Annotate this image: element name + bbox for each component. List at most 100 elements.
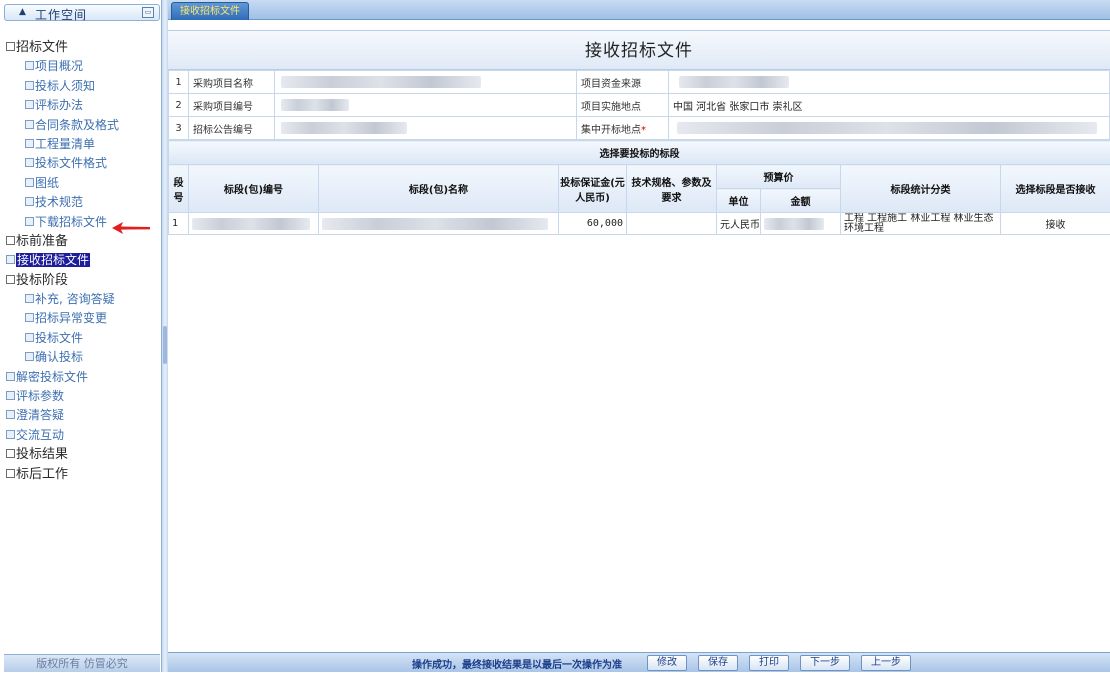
page-icon (6, 410, 15, 419)
modify-button[interactable]: 修改 (647, 655, 687, 671)
next-step-button[interactable]: 下一步 (800, 655, 850, 671)
sidebar-item[interactable]: 投标阶段 (6, 271, 160, 290)
workspace-header[interactable]: ▲ 工作空间 ▭ (4, 4, 160, 21)
sidebar-item[interactable]: 技术规范 (6, 193, 160, 212)
sidebar-item[interactable]: 投标文件 (6, 329, 160, 348)
cell-unit: 元人民币 (717, 213, 761, 235)
prev-step-button[interactable]: 上一步 (861, 655, 911, 671)
table-row[interactable]: 1 60,000 元人民币 工程 工程施工 林业工程 林业生态环境工程 接收 (169, 213, 1110, 235)
page-icon (6, 391, 15, 400)
redacted-value (281, 76, 481, 88)
sidebar-item-label: 图纸 (35, 176, 59, 190)
nav-tree: 招标文件项目概况投标人须知评标办法合同条款及格式工程量清单投标文件格式图纸技术规… (6, 38, 160, 484)
sidebar-item[interactable]: 投标结果 (6, 445, 160, 464)
col-header-name: 标段(包)名称 (319, 165, 559, 213)
redacted-value (679, 76, 789, 88)
page-icon (25, 61, 34, 70)
col-header-receive: 选择标段是否接收 (1001, 165, 1110, 213)
sidebar-item[interactable]: 确认投标 (6, 348, 160, 367)
sidebar-item-label: 投标结果 (16, 447, 68, 462)
main-content: 接收招标文件 接收招标文件 1 采购项目名称 项目资金来源 2 采购项目编号 项… (168, 0, 1110, 672)
implementation-location-value: 中国 河北省 张家口市 崇礼区 (669, 94, 1110, 117)
sidebar-item[interactable]: 解密投标文件 (6, 368, 160, 387)
redacted-value (764, 218, 824, 230)
expand-toggle-icon (6, 449, 15, 458)
page-icon (25, 333, 34, 342)
copyright-footer: 版权所有 仿冒必究 (4, 654, 160, 672)
sidebar-item[interactable]: 图纸 (6, 174, 160, 193)
bid-opening-location-value (669, 117, 1110, 140)
sidebar-item[interactable]: 投标人须知 (6, 77, 160, 96)
sidebar-item[interactable]: 评标参数 (6, 387, 160, 406)
sidebar-item-label: 评标办法 (35, 98, 83, 112)
bid-sections-table: 选择要投标的标段 段号 标段(包)编号 标段(包)名称 投标保证金(元人民币) … (168, 140, 1110, 235)
required-mark: * (641, 125, 646, 136)
cell-category: 工程 工程施工 林业工程 林业生态环境工程 (841, 213, 1001, 235)
bottom-action-bar: 操作成功，最终接收结果是以最后一次操作为准 修改 保存 打印 下一步 上一步 (168, 652, 1110, 672)
sidebar-item-label: 技术规范 (35, 195, 83, 209)
sidebar-item-label: 合同条款及格式 (35, 118, 119, 132)
sidebar-item-label: 确认投标 (35, 350, 83, 364)
col-header-tech: 技术规格、参数及要求 (627, 165, 717, 213)
sidebar-item[interactable]: 招标文件 (6, 38, 160, 57)
sidebar-item[interactable]: 项目概况 (6, 57, 160, 76)
field-label: 项目实施地点 (577, 94, 669, 117)
sidebar-item[interactable]: 接收招标文件 (6, 251, 160, 270)
page-icon (25, 139, 34, 148)
col-header-category: 标段统计分类 (841, 165, 1001, 213)
sidebar-item-label: 下载招标文件 (35, 215, 107, 229)
sidebar-item[interactable]: 评标办法 (6, 96, 160, 115)
project-name-value (275, 71, 577, 94)
cell-tech (627, 213, 717, 235)
sidebar-item[interactable]: 标后工作 (6, 465, 160, 484)
cell-receive-status[interactable]: 接收 (1001, 213, 1110, 235)
announcement-code-value (275, 117, 577, 140)
sidebar-item[interactable]: 招标异常变更 (6, 309, 160, 328)
sidebar-item-label: 接收招标文件 (16, 253, 90, 267)
save-button[interactable]: 保存 (698, 655, 738, 671)
info-row: 2 采购项目编号 项目实施地点 中国 河北省 张家口市 崇礼区 (169, 94, 1110, 117)
fund-source-value (669, 71, 1110, 94)
red-arrow-annotation (112, 221, 150, 235)
sidebar-item[interactable]: 补充, 咨询答疑 (6, 290, 160, 309)
page-icon (6, 255, 15, 264)
page-icon (25, 294, 34, 303)
row-number: 2 (169, 94, 189, 117)
page-icon (25, 120, 34, 129)
sidebar-item[interactable]: 合同条款及格式 (6, 116, 160, 135)
redacted-value (322, 218, 548, 230)
field-label: 集中开标地点* (577, 117, 669, 140)
page-icon (6, 372, 15, 381)
col-header-code: 标段(包)编号 (189, 165, 319, 213)
splitter-grip[interactable] (163, 326, 167, 364)
col-header-seq: 段号 (169, 165, 189, 213)
page-icon (25, 217, 34, 226)
info-row: 3 招标公告编号 集中开标地点* (169, 117, 1110, 140)
sidebar-item[interactable]: 投标文件格式 (6, 154, 160, 173)
sidebar-item-label: 投标人须知 (35, 79, 95, 93)
sidebar-item[interactable]: 澄清答疑 (6, 406, 160, 425)
sidebar-item-label: 交流互动 (16, 428, 64, 442)
header-row: 段号 标段(包)编号 标段(包)名称 投标保证金(元人民币) 技术规格、参数及要… (169, 165, 1110, 189)
cell-amount (761, 213, 841, 235)
sidebar-item-label: 标前准备 (16, 234, 68, 249)
cell-name (319, 213, 559, 235)
sidebar-item-label: 投标阶段 (16, 273, 68, 288)
tab-receive-tender-docs[interactable]: 接收招标文件 (171, 2, 249, 20)
collapse-arrow-icon[interactable]: ▲ (19, 7, 26, 17)
row-number: 3 (169, 117, 189, 140)
print-button[interactable]: 打印 (749, 655, 789, 671)
expand-toggle-icon (6, 236, 15, 245)
project-code-value (275, 94, 577, 117)
page-icon (6, 430, 15, 439)
cell-code (189, 213, 319, 235)
panel-toggle-icon[interactable]: ▭ (142, 7, 154, 18)
project-info-table: 1 采购项目名称 项目资金来源 2 采购项目编号 项目实施地点 中国 河北省 张… (168, 70, 1110, 140)
sidebar-item[interactable]: 工程量清单 (6, 135, 160, 154)
sidebar-item-label: 标后工作 (16, 467, 68, 482)
page-icon (25, 197, 34, 206)
sidebar-item-label: 解密投标文件 (16, 370, 88, 384)
sidebar-item-label: 投标文件 (35, 331, 83, 345)
sidebar-item[interactable]: 交流互动 (6, 426, 160, 445)
sidebar-item-label: 项目概况 (35, 59, 83, 73)
